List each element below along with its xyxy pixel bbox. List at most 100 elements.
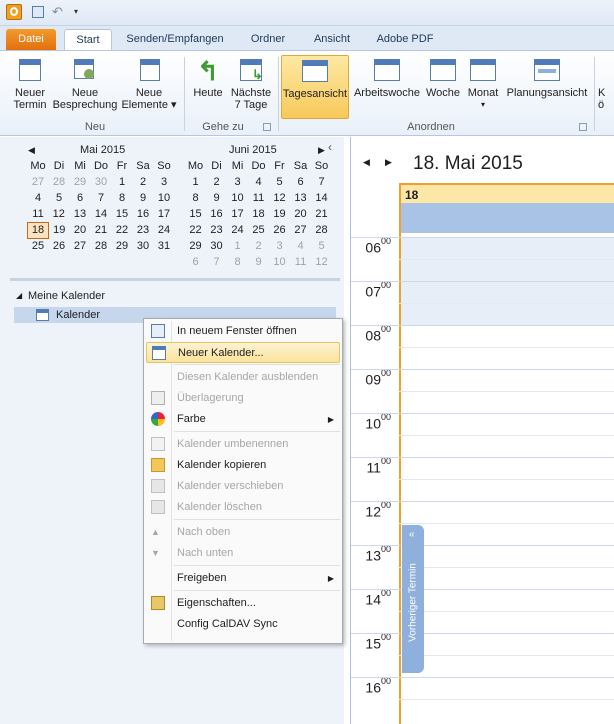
calendar-day[interactable]: 10	[227, 190, 248, 206]
month-button[interactable]: Monat ▾	[464, 55, 502, 119]
collapse-pane-icon[interactable]: ‹	[328, 140, 332, 154]
calendar-day[interactable]: 21	[91, 222, 112, 238]
context-menu-item[interactable]: In neuem Fenster öffnen	[146, 321, 340, 342]
calendar-day[interactable]: 17	[154, 206, 175, 222]
new-appointment-button[interactable]: Neuer Termin	[10, 55, 50, 119]
calendar-day[interactable]: 3	[227, 174, 248, 190]
calendar-day[interactable]: 28	[49, 174, 70, 190]
next-day-icon[interactable]: ▶	[385, 157, 392, 168]
calendar-day[interactable]: 28	[311, 222, 332, 238]
calendar-day[interactable]: 6	[185, 254, 206, 270]
calendar-day[interactable]: 26	[269, 222, 290, 238]
calendar-day[interactable]: 7	[91, 190, 112, 206]
context-menu-item[interactable]: Neuer Kalender...	[146, 342, 340, 363]
dialog-launcher-icon[interactable]	[579, 123, 587, 131]
calendar-day[interactable]: 23	[206, 222, 227, 238]
send-receive-icon[interactable]	[30, 4, 46, 20]
calendar-day[interactable]: 10	[154, 190, 175, 206]
calendar-day[interactable]: 3	[154, 174, 175, 190]
prev-day-icon[interactable]: ◀	[363, 157, 370, 168]
pane-divider[interactable]	[10, 278, 340, 281]
calendar-day[interactable]: 8	[112, 190, 133, 206]
calendar-day[interactable]: 16	[206, 206, 227, 222]
calendar-day[interactable]: 29	[70, 174, 91, 190]
week-button[interactable]: Woche	[424, 55, 462, 119]
calendar-day[interactable]: 29	[112, 238, 133, 254]
calendar-day[interactable]: 5	[311, 238, 332, 254]
calendar-day[interactable]: 4	[28, 190, 49, 206]
prev-month-icon[interactable]: ◀	[28, 145, 35, 156]
calendar-day[interactable]: 31	[154, 238, 175, 254]
calendar-day[interactable]: 28	[91, 238, 112, 254]
context-menu-item[interactable]: Farbe ▶	[146, 409, 340, 430]
calendar-day[interactable]: 18	[27, 221, 49, 239]
my-calendars-expander-icon[interactable]: ◢	[16, 291, 22, 300]
next-7-days-button[interactable]: ↳ Nächste 7 Tage	[228, 55, 274, 119]
cut-off-button[interactable]: K ö	[598, 55, 614, 119]
calendar-day[interactable]: 24	[154, 222, 175, 238]
context-menu-item[interactable]: Config CalDAV Sync	[146, 614, 340, 635]
mini-calendar-may[interactable]: Mo Di Mi Do Fr Sa So 27 28 29 30 1 2 3 4 5 6 7 8 9 10 11 12 13 1…	[27, 158, 175, 254]
context-menu-item[interactable]: Kalender kopieren	[146, 455, 340, 476]
calendar-day[interactable]: 7	[311, 174, 332, 190]
calendar-day[interactable]: 22	[185, 222, 206, 238]
calendar-day[interactable]: 16	[133, 206, 154, 222]
context-menu-item[interactable]: Freigeben ▶	[146, 568, 340, 589]
work-week-button[interactable]: Arbeitswoche	[352, 55, 422, 119]
calendar-day[interactable]: 25	[248, 222, 269, 238]
calendar-day[interactable]: 27	[28, 174, 49, 190]
calendar-day[interactable]: 1	[227, 238, 248, 254]
calendar-day[interactable]: 13	[70, 206, 91, 222]
calendar-day[interactable]: 2	[248, 238, 269, 254]
calendar-day[interactable]: 17	[227, 206, 248, 222]
calendar-day[interactable]: 5	[49, 190, 70, 206]
calendar-day[interactable]: 4	[290, 238, 311, 254]
calendar-day[interactable]: 12	[49, 206, 70, 222]
calendar-day[interactable]: 30	[91, 174, 112, 190]
calendar-day[interactable]: 14	[91, 206, 112, 222]
calendar-day[interactable]: 27	[290, 222, 311, 238]
calendar-day[interactable]: 24	[227, 222, 248, 238]
calendar-day[interactable]: 9	[133, 190, 154, 206]
next-month-icon[interactable]: ▶	[318, 145, 325, 156]
calendar-day[interactable]: 8	[185, 190, 206, 206]
calendar-day[interactable]: 11	[28, 206, 49, 222]
calendar-day[interactable]: 11	[248, 190, 269, 206]
context-menu-item[interactable]: Eigenschaften...	[146, 593, 340, 614]
calendar-day[interactable]: 22	[112, 222, 133, 238]
calendar-day[interactable]: 30	[133, 238, 154, 254]
schedule-view-button[interactable]: Planungsansicht	[504, 55, 590, 119]
calendar-day[interactable]: 9	[206, 190, 227, 206]
customize-qat-icon[interactable]: ▾	[74, 4, 90, 20]
tab-view[interactable]: Ansicht	[306, 29, 358, 50]
calendar-day[interactable]: 9	[248, 254, 269, 270]
today-button[interactable]: ↰ Heute	[188, 55, 228, 119]
calendar-day[interactable]: 6	[290, 174, 311, 190]
calendar-day[interactable]: 2	[206, 174, 227, 190]
calendar-day[interactable]: 21	[311, 206, 332, 222]
tab-folder[interactable]: Ordner	[243, 29, 293, 50]
calendar-day[interactable]: 5	[269, 174, 290, 190]
new-items-button[interactable]: Neue Elemente ▾	[120, 55, 178, 119]
calendar-day[interactable]: 25	[28, 238, 49, 254]
calendar-day[interactable]: 12	[269, 190, 290, 206]
day-header[interactable]: 18	[399, 183, 614, 203]
calendar-day[interactable]: 11	[290, 254, 311, 270]
calendar-day[interactable]: 15	[185, 206, 206, 222]
calendar-day[interactable]: 10	[269, 254, 290, 270]
calendar-day[interactable]: 2	[133, 174, 154, 190]
all-day-area[interactable]	[399, 203, 614, 233]
calendar-day[interactable]: 7	[206, 254, 227, 270]
day-view-button[interactable]: Tagesansicht	[281, 55, 349, 119]
tab-file[interactable]: Datei	[6, 29, 56, 50]
calendar-day[interactable]: 12	[311, 254, 332, 270]
calendar-day[interactable]: 1	[112, 174, 133, 190]
calendar-day[interactable]: 18	[248, 206, 269, 222]
calendar-day[interactable]: 19	[49, 222, 70, 238]
calendar-day[interactable]: 26	[49, 238, 70, 254]
calendar-day[interactable]: 13	[290, 190, 311, 206]
calendar-day[interactable]: 3	[269, 238, 290, 254]
calendar-day[interactable]: 23	[133, 222, 154, 238]
my-calendars-header[interactable]: Meine Kalender	[28, 290, 105, 302]
calendar-day[interactable]: 6	[70, 190, 91, 206]
